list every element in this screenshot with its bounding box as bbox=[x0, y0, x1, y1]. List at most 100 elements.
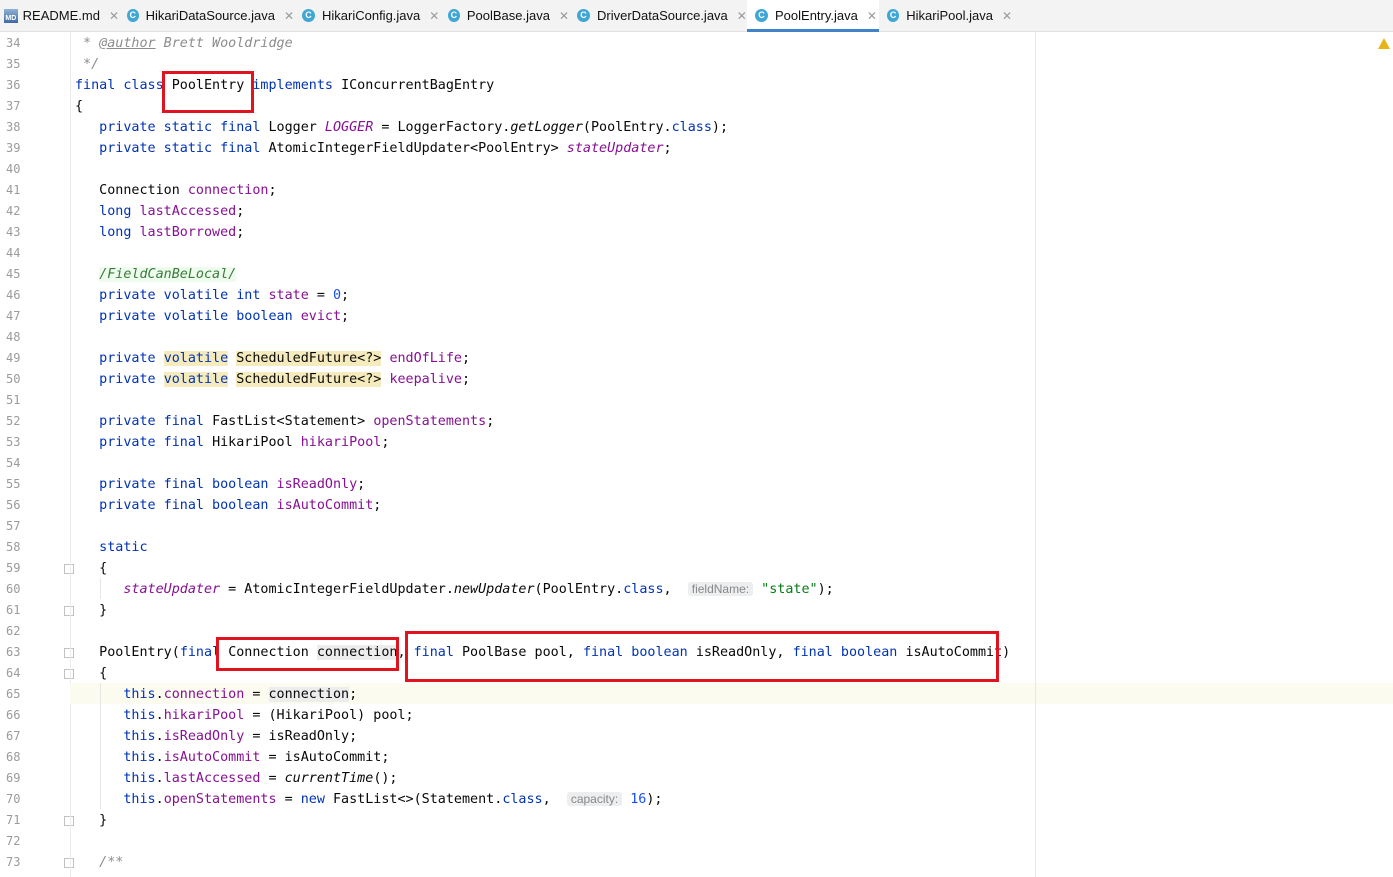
code-line[interactable]: private final FastList<Statement> openSt… bbox=[75, 411, 494, 432]
code-token: this bbox=[123, 792, 156, 807]
code-line[interactable]: private static final AtomicIntegerFieldU… bbox=[75, 138, 671, 159]
close-icon[interactable]: ✕ bbox=[109, 9, 119, 23]
code-line[interactable]: long lastBorrowed; bbox=[75, 222, 244, 243]
close-icon[interactable]: ✕ bbox=[1002, 9, 1012, 23]
tab-poolbase-java[interactable]: C PoolBase.java ✕ bbox=[440, 0, 569, 31]
code-token: */ bbox=[75, 57, 100, 72]
code-token: , bbox=[663, 582, 688, 597]
line-number-gutter[interactable]: 34 35 36 37 38 39 40 41 42 43 44 45 46 47 48 49 50 51 52 53… bbox=[0, 32, 74, 877]
code-token: = bbox=[308, 288, 333, 303]
fold-icon[interactable] bbox=[64, 648, 74, 658]
code-token: (); bbox=[373, 771, 398, 786]
code-line[interactable]: private final HikariPool hikariPool; bbox=[75, 432, 389, 453]
code-line[interactable]: */ bbox=[75, 54, 99, 75]
code-line[interactable]: /FieldCanBeLocal/ bbox=[75, 264, 237, 285]
code-line[interactable]: final class PoolEntry implements IConcur… bbox=[75, 75, 494, 96]
code-token: Logger bbox=[268, 120, 325, 135]
fold-icon[interactable] bbox=[64, 816, 74, 826]
code-line[interactable]: private final boolean isReadOnly; bbox=[75, 474, 365, 495]
code-token: stateUpdater bbox=[123, 582, 221, 597]
warning-icon[interactable] bbox=[1378, 38, 1390, 49]
close-icon[interactable]: ✕ bbox=[559, 9, 569, 23]
code-token: final class bbox=[75, 78, 172, 93]
code-line[interactable]: Connection connection; bbox=[75, 180, 276, 201]
tab-hikaripool-java[interactable]: C HikariPool.java ✕ bbox=[879, 0, 1012, 31]
line-number: 66 bbox=[6, 708, 21, 722]
code-token: { bbox=[75, 99, 84, 114]
code-line[interactable]: this.connection = connection; bbox=[75, 684, 357, 705]
code-line[interactable]: { bbox=[75, 96, 83, 117]
tab-label: PoolBase.java bbox=[466, 8, 550, 23]
code-token: stateUpdater bbox=[566, 141, 664, 156]
code-token: . bbox=[155, 771, 164, 786]
line-number: 37 bbox=[6, 99, 21, 113]
code-token: endOfLife bbox=[389, 351, 462, 366]
code-line[interactable]: { bbox=[75, 558, 107, 579]
code-token: long bbox=[75, 225, 140, 240]
line-number: 73 bbox=[6, 855, 21, 869]
code-token: isAutoCommit bbox=[276, 498, 374, 513]
code-line[interactable]: private final boolean isAutoCommit; bbox=[75, 495, 381, 516]
fold-icon[interactable] bbox=[64, 606, 74, 616]
close-icon[interactable]: ✕ bbox=[429, 9, 439, 23]
code-line[interactable]: this.lastAccessed = currentTime(); bbox=[75, 768, 398, 789]
code-line[interactable]: private volatile ScheduledFuture<?> keep… bbox=[75, 369, 470, 390]
code-token: = bbox=[260, 771, 285, 786]
java-class-icon: C bbox=[577, 9, 590, 22]
code-line[interactable]: private volatile int state = 0; bbox=[75, 285, 349, 306]
code-token: private static final bbox=[75, 141, 269, 156]
close-icon[interactable]: ✕ bbox=[737, 9, 747, 23]
code-line[interactable]: * @author Brett Wooldridge bbox=[75, 33, 293, 54]
code-token: Connection bbox=[75, 183, 188, 198]
code-line[interactable]: this.isReadOnly = isReadOnly; bbox=[75, 726, 357, 747]
code-line[interactable]: } bbox=[75, 810, 107, 831]
code-token: this bbox=[123, 750, 156, 765]
code-line[interactable]: } bbox=[75, 600, 107, 621]
fold-icon[interactable] bbox=[64, 858, 74, 868]
code-token: , bbox=[542, 792, 567, 807]
tab-poolentry-java[interactable]: C PoolEntry.java ✕ bbox=[747, 0, 879, 32]
line-number: 44 bbox=[6, 246, 21, 260]
line-number: 46 bbox=[6, 288, 21, 302]
code-line[interactable]: this.isAutoCommit = isAutoCommit; bbox=[75, 747, 389, 768]
code-token: IConcurrentBagEntry bbox=[341, 78, 495, 93]
code-line[interactable]: static bbox=[75, 537, 147, 558]
close-icon[interactable]: ✕ bbox=[867, 9, 877, 23]
tab-label: PoolEntry.java bbox=[775, 8, 858, 23]
fold-icon[interactable] bbox=[64, 564, 74, 574]
code-line[interactable]: this.hikariPool = (HikariPool) pool; bbox=[75, 705, 413, 726]
code-token: openStatements bbox=[163, 792, 277, 807]
line-number: 56 bbox=[6, 498, 21, 512]
code-line[interactable]: private static final Logger LOGGER = Log… bbox=[75, 117, 728, 138]
line-number: 36 bbox=[6, 78, 21, 92]
code-token: connection bbox=[163, 687, 245, 702]
line-number: 35 bbox=[6, 57, 21, 71]
highlight-box-remaining-params bbox=[405, 631, 999, 682]
code-line[interactable]: { bbox=[75, 663, 107, 684]
line-number: 58 bbox=[6, 540, 21, 554]
code-line[interactable]: private volatile boolean evict; bbox=[75, 306, 349, 327]
code-token: Brett Wooldridge bbox=[155, 36, 293, 51]
line-number: 48 bbox=[6, 330, 21, 344]
tab-hikaridatasource-java[interactable]: C HikariDataSource.java ✕ bbox=[119, 0, 294, 31]
fold-icon[interactable] bbox=[64, 669, 74, 679]
code-token: "state" bbox=[761, 582, 818, 597]
code-line[interactable]: /** bbox=[75, 852, 123, 873]
code-token: newUpdater bbox=[453, 582, 535, 597]
tab-hikariconfig-java[interactable]: C HikariConfig.java ✕ bbox=[294, 0, 440, 31]
tab-readme-md[interactable]: MD README.md ✕ bbox=[2, 0, 119, 31]
tab-driverdatasource-java[interactable]: C DriverDataSource.java ✕ bbox=[569, 0, 747, 31]
close-icon[interactable]: ✕ bbox=[284, 9, 294, 23]
code-line[interactable]: private volatile ScheduledFuture<?> endO… bbox=[75, 348, 470, 369]
line-number: 39 bbox=[6, 141, 21, 155]
code-token: AtomicIntegerFieldUpdater<PoolEntry> bbox=[268, 141, 567, 156]
code-token: ; bbox=[349, 687, 358, 702]
code-line[interactable]: long lastAccessed; bbox=[75, 201, 244, 222]
code-line[interactable]: this.openStatements = new FastList<>(Sta… bbox=[75, 789, 662, 810]
code-token: * bbox=[75, 36, 100, 51]
line-number: 68 bbox=[6, 750, 21, 764]
code-line[interactable]: stateUpdater = AtomicIntegerFieldUpdater… bbox=[75, 579, 834, 600]
